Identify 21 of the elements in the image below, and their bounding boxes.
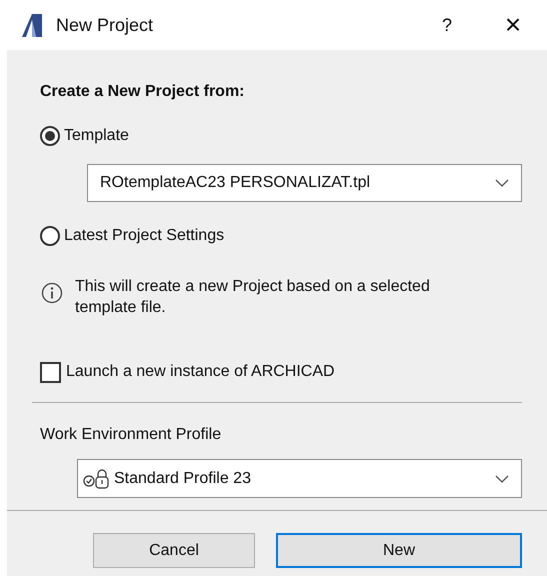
radio-label[interactable]: Latest Project Settings xyxy=(64,224,224,248)
profile-dropdown[interactable]: Standard Profile 23 xyxy=(77,459,522,498)
help-button[interactable]: ? xyxy=(427,12,467,38)
profile-status-icon xyxy=(82,468,110,490)
checkbox[interactable] xyxy=(40,362,61,382)
close-button[interactable]: × xyxy=(493,4,533,46)
profile-label: Work Environment Profile xyxy=(40,425,222,445)
template-dropdown[interactable]: ROtemplateAC23 PERSONALIZAT.tpl xyxy=(87,164,522,202)
radio-button[interactable] xyxy=(40,126,60,146)
checkbox-label[interactable]: Launch a new instance of ARCHICAD xyxy=(66,360,335,384)
dialog-button[interactable]: New xyxy=(276,533,522,568)
chevron-down-icon xyxy=(495,179,509,187)
dialog-button[interactable]: Cancel xyxy=(93,533,255,568)
window-title: New Project xyxy=(56,14,154,37)
radio-button[interactable] xyxy=(40,226,60,246)
section-heading: Create a New Project from: xyxy=(40,82,246,102)
info-text: This will create a new Project based on a selected template file. xyxy=(75,277,431,318)
chevron-down-icon xyxy=(495,474,509,482)
radio-label[interactable]: Template xyxy=(64,124,129,148)
app-logo-icon xyxy=(20,12,44,38)
info-icon xyxy=(41,282,63,304)
